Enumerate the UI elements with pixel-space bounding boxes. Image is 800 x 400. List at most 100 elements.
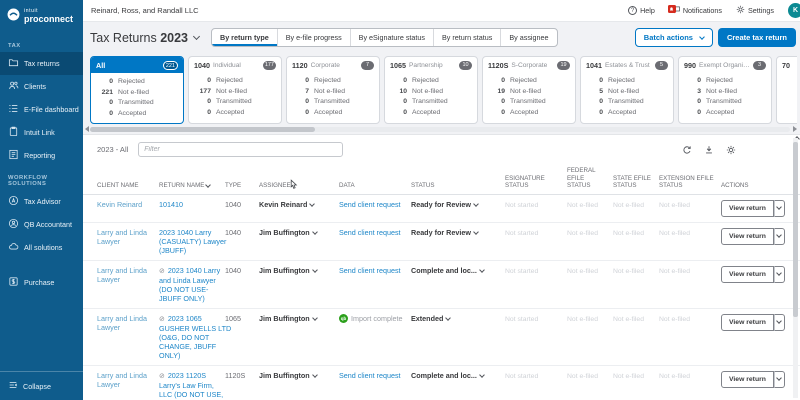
tab-by-return-type[interactable]: By return type — [212, 29, 278, 46]
stat-label: Not e-filed — [706, 87, 737, 95]
sidebar-item-purchase[interactable]: Purchase — [0, 271, 83, 294]
stat-label: Transmitted — [608, 98, 644, 105]
view-return-caret[interactable] — [773, 199, 785, 217]
tab-by-assignee[interactable]: By assignee — [501, 29, 556, 46]
page-title: Tax Returns 2023 — [90, 30, 188, 45]
view-return-button[interactable]: View return — [721, 199, 774, 217]
card-stat-row: 177 Not e-filed — [195, 87, 275, 98]
year-dropdown-chevron[interactable] — [192, 32, 201, 41]
card-code: 1041 — [586, 61, 602, 70]
filter-input[interactable] — [138, 142, 344, 157]
sidebar-item-tax-returns[interactable]: Tax returns — [0, 52, 83, 75]
assignee-dropdown[interactable]: Jim Buffington — [259, 228, 318, 237]
sidebar-item-tax-advisor[interactable]: Tax Advisor — [0, 190, 83, 213]
refresh-icon[interactable] — [682, 145, 692, 155]
tab-by-e-file-progress[interactable]: By e-file progress — [278, 29, 351, 46]
client-name-link[interactable]: Larry and Linda Lawyer — [97, 314, 147, 332]
status-dropdown[interactable]: Extended — [411, 314, 452, 323]
batch-actions-button[interactable]: Batch actions — [634, 28, 713, 47]
status-dropdown[interactable]: Complete and loc... — [411, 266, 485, 275]
settings-button[interactable]: Settings — [736, 5, 774, 16]
federal-efile-status: Not e-filed — [567, 315, 598, 323]
sidebar-item-intuit-link[interactable]: Intuit Link — [0, 121, 83, 144]
summary-card-all[interactable]: All 221 0 Rejected 221 Not e-filed 0 Transmitte… — [90, 56, 184, 124]
status-dropdown[interactable]: Complete and loc... — [411, 371, 485, 380]
sidebar-item-clients[interactable]: Clients — [0, 75, 83, 98]
esignature-status: Not started — [505, 201, 539, 209]
summary-card-1065[interactable]: 1065 Partnership 10 0 Rejected 10 Not e-filed 0… — [384, 56, 478, 124]
summary-card-70[interactable]: 70 — [776, 56, 797, 124]
status-dropdown[interactable]: Ready for Review — [411, 200, 479, 209]
intuit-link-icon — [8, 126, 19, 139]
return-name-link[interactable]: 101410 — [159, 200, 220, 209]
send-client-request-link[interactable]: Send client request — [339, 200, 401, 209]
sidebar-item-qb-accountant[interactable]: QB Accountant — [0, 213, 83, 236]
user-avatar[interactable]: K — [788, 3, 800, 18]
return-type: 1040 — [225, 199, 241, 209]
card-code: 1065 — [390, 61, 406, 70]
tab-by-return-status[interactable]: By return status — [434, 29, 502, 46]
assignee-dropdown[interactable]: Kevin Reinard — [259, 200, 316, 209]
column-header-return-name[interactable]: RETURN NAME — [159, 182, 225, 190]
stat-label: Rejected — [510, 77, 537, 84]
return-name-link[interactable]: ⊘ 2023 1120S Larry's Law Firm, LLC (DO NOT… — [159, 371, 227, 400]
return-name-link[interactable]: 2023 1040 Larry (CASUALTY) Lawyer (JBUFF) — [159, 228, 226, 255]
stat-label: Not e-filed — [314, 87, 345, 95]
view-return-caret[interactable] — [773, 370, 785, 388]
scroll-left-arrow[interactable] — [85, 126, 89, 132]
proconnect-logo[interactable]: intuit proconnect — [0, 0, 83, 35]
view-return-button[interactable]: View return — [721, 265, 774, 283]
assignee-dropdown[interactable]: Jim Buffington — [259, 371, 318, 380]
client-name-link[interactable]: Larry and Linda Lawyer — [97, 228, 147, 246]
sidebar-section-label: WORKFLOW SOLUTIONS — [8, 175, 48, 187]
state-efile-status: Not e-filed — [613, 229, 644, 237]
horizontal-scrollbar-thumb[interactable] — [90, 127, 315, 132]
summary-card-1120s[interactable]: 1120S S-Corporate 19 0 Rejected 19 Not e-filed… — [482, 56, 576, 124]
view-return-split-button: View return — [721, 227, 785, 245]
download-icon[interactable] — [704, 145, 714, 155]
card-stat-row: 0 Transmitted — [195, 97, 275, 108]
card-label: Estates & Trust — [605, 62, 650, 69]
summary-card-1041[interactable]: 1041 Estates & Trust 5 0 Rejected 5 Not e-file… — [580, 56, 674, 124]
view-return-caret[interactable] — [773, 313, 785, 331]
create-tax-return-button[interactable]: Create tax return — [717, 28, 796, 47]
notifications-button[interactable]: Notifications — [667, 5, 722, 16]
esignature-status: Not started — [505, 229, 539, 237]
stat-label: Not e-filed — [608, 87, 639, 95]
summary-card-990[interactable]: 990 Exempt Organiz... 3 0 Rejected 3 Not e-fil… — [678, 56, 772, 124]
vertical-scrollbar[interactable] — [792, 128, 800, 398]
client-name-link[interactable]: Kevin Reinard — [97, 200, 142, 209]
vertical-scrollbar-thumb[interactable] — [793, 142, 798, 317]
import-complete-link[interactable]: qb Import complete — [339, 314, 403, 324]
view-return-caret[interactable] — [773, 265, 785, 283]
view-return-button[interactable]: View return — [721, 227, 774, 245]
send-client-request-link[interactable]: Send client request — [339, 228, 401, 237]
tab-by-esignature-status[interactable]: By eSignature status — [351, 29, 434, 46]
purchase-icon — [8, 276, 19, 289]
status-dropdown[interactable]: Ready for Review — [411, 228, 479, 237]
view-return-caret[interactable] — [773, 227, 785, 245]
stat-value: 10 — [399, 87, 407, 95]
client-name-link[interactable]: Larry and Linda Lawyer — [97, 371, 147, 389]
horizontal-scrollbar[interactable] — [90, 127, 790, 132]
return-name-link[interactable]: ⊘ 2023 1040 Larry and Linda Lawyer (DO NOT… — [159, 266, 220, 303]
client-name-link[interactable]: Larry and Linda Lawyer — [97, 266, 147, 284]
table-settings-gear-icon[interactable] — [726, 145, 736, 155]
view-return-button[interactable]: View return — [721, 313, 774, 331]
summary-card-1120[interactable]: 1120 Corporate 7 0 Rejected 7 Not e-filed 0 Tran… — [286, 56, 380, 124]
summary-card-1040[interactable]: 1040 Individual 177 0 Rejected 177 Not e-filed… — [188, 56, 282, 124]
stat-value: 0 — [697, 98, 701, 105]
sidebar-item-reporting[interactable]: Reporting — [0, 144, 83, 167]
clients-icon — [8, 80, 19, 93]
return-name-link[interactable]: ⊘ 2023 1065 GUSHER WELLS LTD (O&G, DO NOT C… — [159, 314, 231, 360]
sidebar-item-all-solutions[interactable]: All solutions — [0, 236, 83, 259]
assignee-dropdown[interactable]: Jim Buffington — [259, 314, 318, 323]
send-client-request-link[interactable]: Send client request — [339, 371, 401, 380]
view-return-button[interactable]: View return — [721, 370, 774, 388]
stat-label: Transmitted — [118, 99, 154, 106]
sidebar-collapse-button[interactable]: Collapse — [0, 371, 83, 400]
assignee-dropdown[interactable]: Jim Buffington — [259, 266, 318, 275]
send-client-request-link[interactable]: Send client request — [339, 266, 401, 275]
help-button[interactable]: ? Help — [628, 6, 655, 15]
sidebar-item-e-file-dashboard[interactable]: E-File dashboard — [0, 98, 83, 121]
